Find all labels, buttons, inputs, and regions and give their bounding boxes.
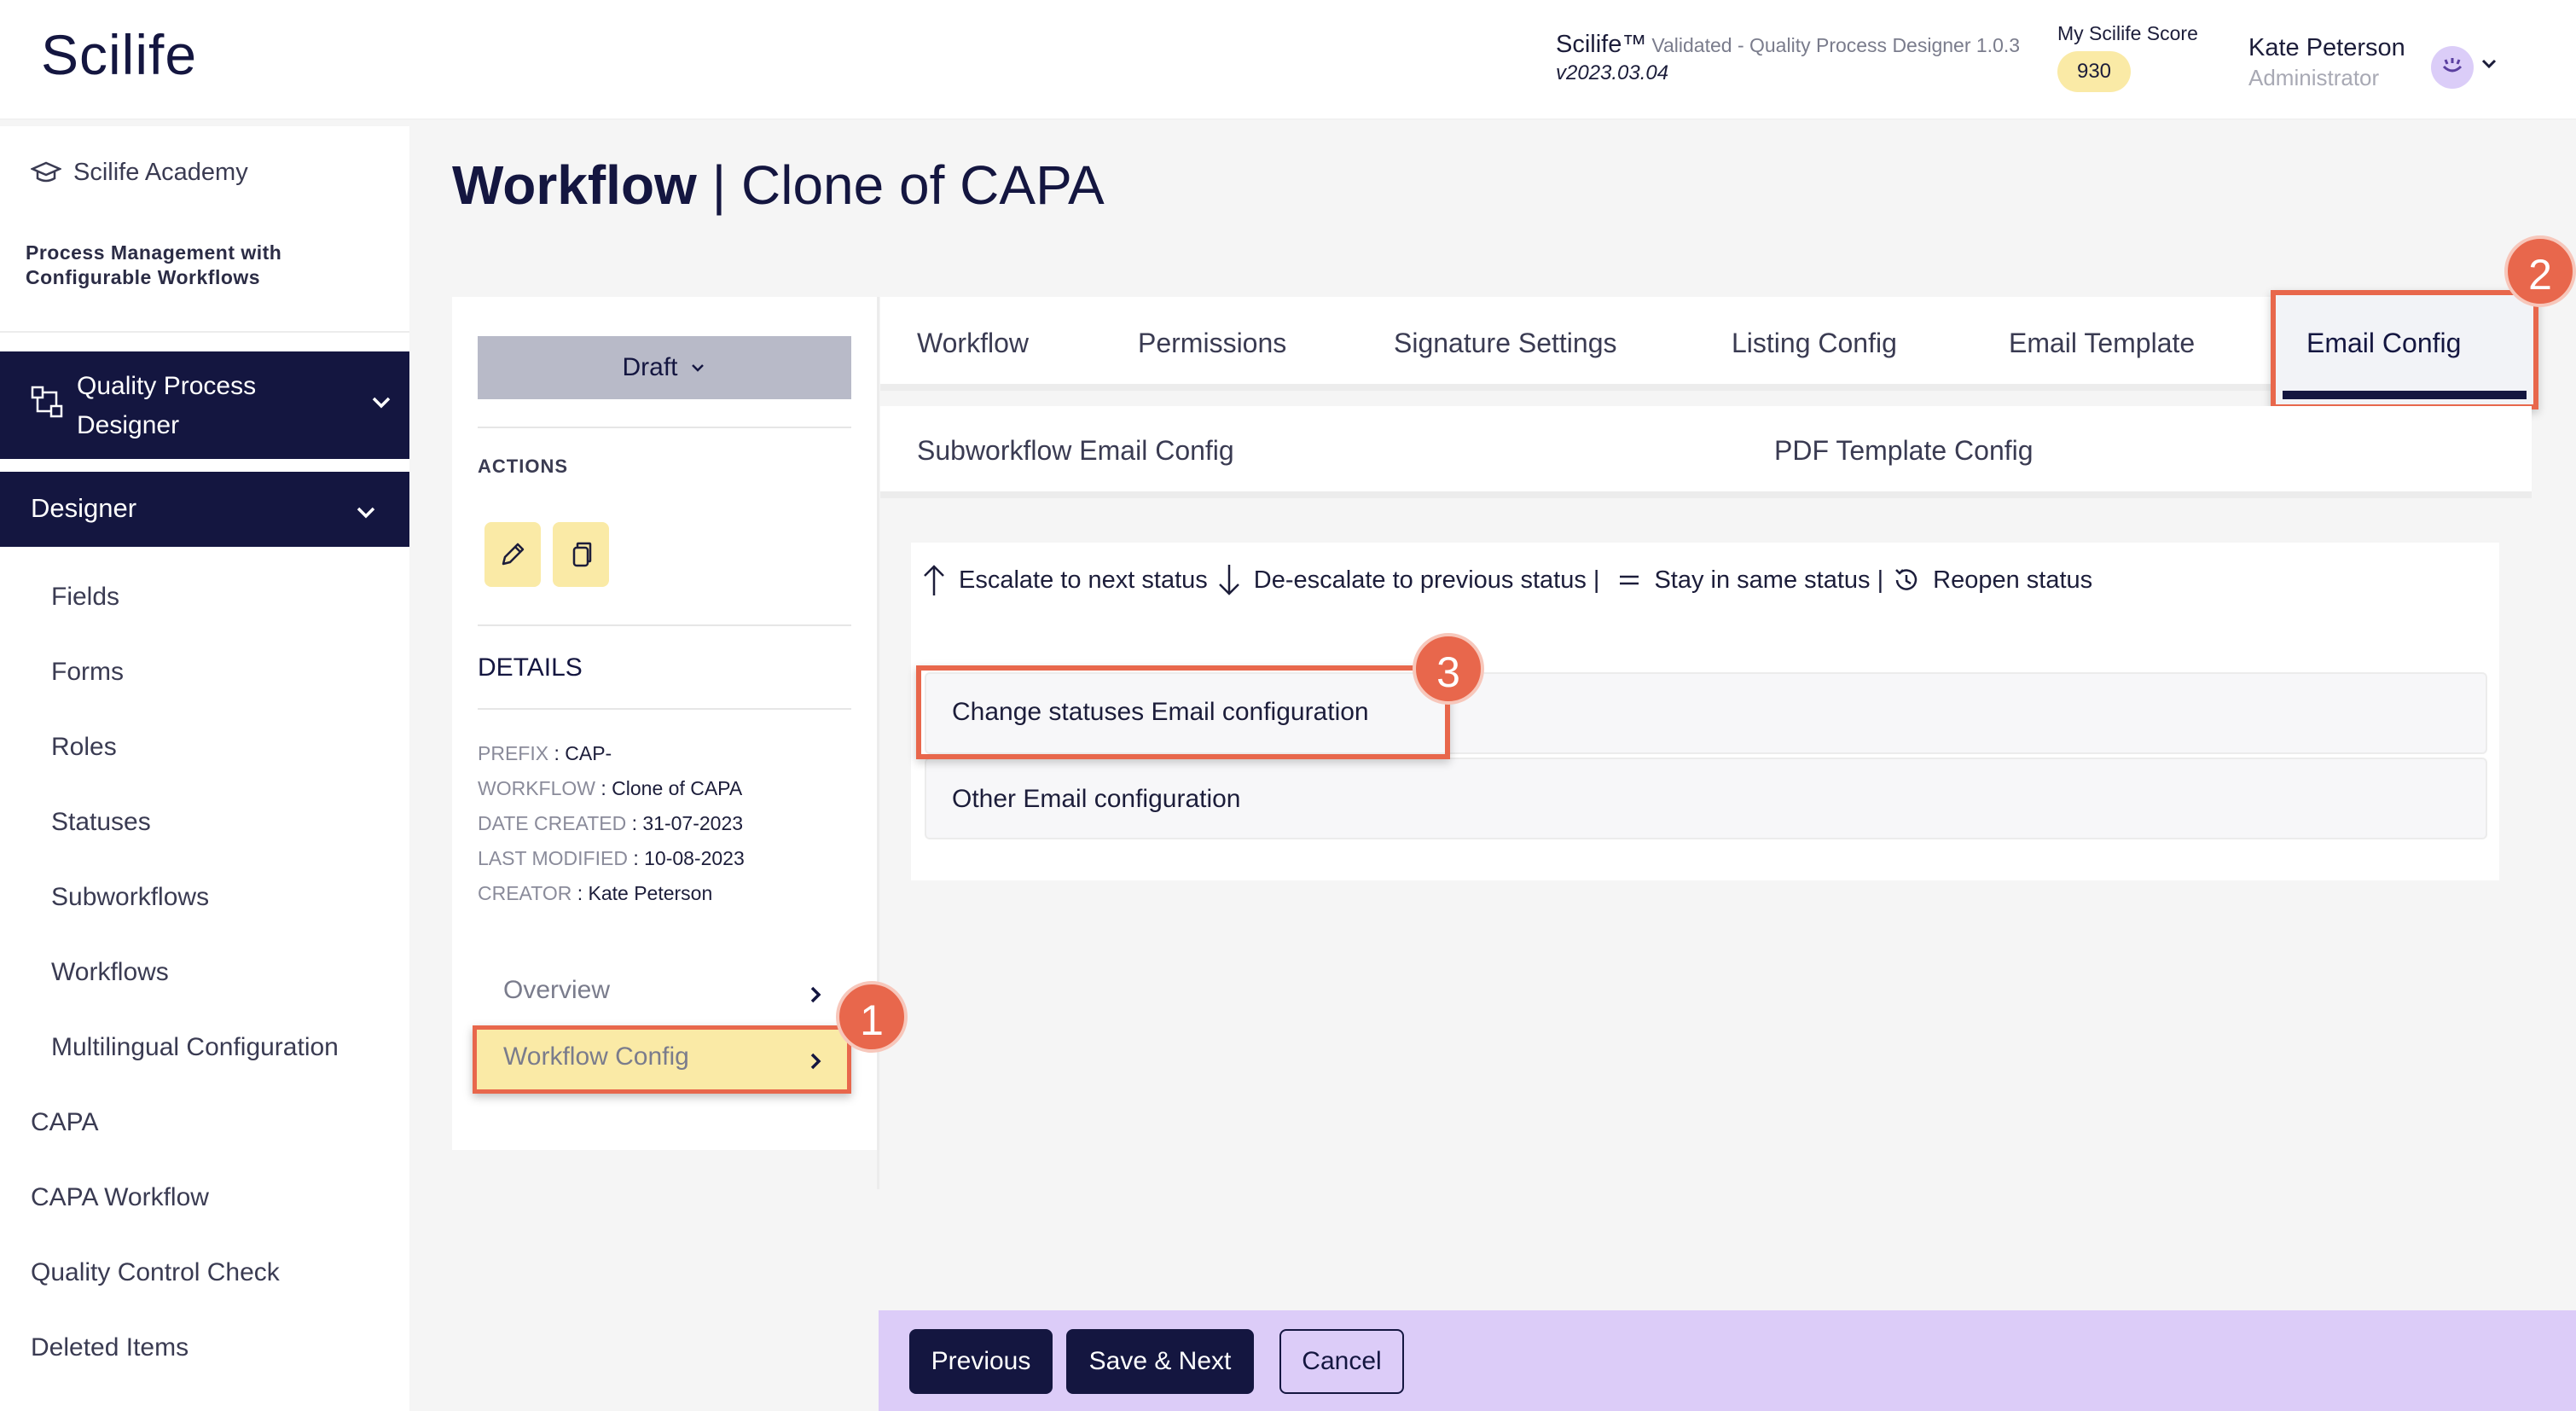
workflow-side-panel xyxy=(452,297,879,1150)
details-heading: DETAILS xyxy=(478,653,583,682)
sidebar-item-statuses[interactable]: Statuses xyxy=(51,808,151,837)
tab-signature-settings[interactable]: Signature Settings xyxy=(1394,328,1617,359)
sidebar-item-subworkflows[interactable]: Subworkflows xyxy=(51,883,209,912)
divider xyxy=(0,331,409,333)
tab-email-config[interactable]: Email Config xyxy=(2306,328,2461,359)
sidebar-item-deleted-items[interactable]: Deleted Items xyxy=(31,1333,189,1362)
step-badge-3: 3 xyxy=(1413,633,1484,705)
status-dropdown-label: Draft xyxy=(622,353,678,381)
divider xyxy=(478,708,851,710)
academy-link[interactable]: Scilife Academy xyxy=(31,159,248,187)
page-title: Workflow | Clone of CAPA xyxy=(452,154,1105,217)
user-name[interactable]: Kate Peterson xyxy=(2248,34,2405,62)
app-name-text: Scilife™ xyxy=(1556,31,1647,58)
chevron-down-icon[interactable] xyxy=(2479,53,2499,79)
change-statuses-email-config-label: Change statuses Email configuration xyxy=(952,698,1369,726)
detail-prefix: PREFIX : CAP- xyxy=(478,742,612,764)
actions-heading: ACTIONS xyxy=(478,456,568,477)
active-tab-indicator xyxy=(2283,391,2527,399)
sidebar-item-capa[interactable]: CAPA xyxy=(31,1108,98,1137)
user-role: Administrator xyxy=(2248,65,2380,90)
detail-date-created: DATE CREATED : 31-07-2023 xyxy=(478,812,744,834)
graduation-cap-icon xyxy=(31,161,61,182)
legend-stay: Stay in same status | xyxy=(1654,566,1884,594)
app-subtitle: Validated - Quality Process Designer 1.0… xyxy=(1651,34,2021,56)
chevron-right-icon[interactable] xyxy=(805,984,826,1009)
subtab-subworkflow-email-config[interactable]: Subworkflow Email Config xyxy=(917,435,1234,467)
pencil-icon xyxy=(502,543,525,566)
sidebar-item-label: Designer xyxy=(31,493,137,523)
score-badge[interactable]: 930 xyxy=(2057,51,2131,92)
chevron-down-icon xyxy=(691,364,704,372)
chevron-right-icon[interactable] xyxy=(805,1051,826,1076)
academy-label: Scilife Academy xyxy=(73,159,248,186)
save-next-button[interactable]: Save & Next xyxy=(1066,1329,1254,1394)
tab-permissions[interactable]: Permissions xyxy=(1138,328,1286,359)
status-dropdown[interactable]: Draft xyxy=(478,336,851,399)
step-badge-2: 2 xyxy=(2504,235,2576,307)
detail-creator: CREATOR : Kate Peterson xyxy=(478,882,713,904)
other-email-config-label: Other Email configuration xyxy=(952,785,1241,813)
top-header xyxy=(0,0,2576,119)
detail-workflow: WORKFLOW : Clone of CAPA xyxy=(478,777,743,799)
detail-last-modified: LAST MODIFIED : 10-08-2023 xyxy=(478,847,745,869)
workflow-module-icon xyxy=(31,386,63,422)
legend-reopen: Reopen status xyxy=(1933,566,2093,594)
clone-button[interactable] xyxy=(553,522,609,587)
tab-workflow[interactable]: Workflow xyxy=(917,328,1029,359)
divider xyxy=(478,624,851,626)
sidebar-item-multilingual-configuration[interactable]: Multilingual Configuration xyxy=(51,1033,339,1062)
history-icon xyxy=(1892,566,1921,595)
divider xyxy=(877,297,879,1189)
chevron-down-icon[interactable] xyxy=(353,499,379,529)
sidebar-item-quality-control-check[interactable]: Quality Control Check xyxy=(31,1258,280,1287)
sidebar-item-workflows[interactable]: Workflows xyxy=(51,958,169,987)
page-title-name: Clone of CAPA xyxy=(741,154,1105,216)
tab-listing-config[interactable]: Listing Config xyxy=(1732,328,1897,359)
avatar[interactable] xyxy=(2431,46,2474,89)
cancel-button[interactable]: Cancel xyxy=(1279,1329,1404,1394)
sidebar-item-roles[interactable]: Roles xyxy=(51,733,117,762)
legend-escalate: Escalate to next status xyxy=(959,566,1208,594)
legend-deescalate: De-escalate to previous status | xyxy=(1253,566,1600,594)
subtab-pdf-template-config[interactable]: PDF Template Config xyxy=(1774,435,2034,467)
step-badge-1: 1 xyxy=(836,981,908,1053)
app-version: v2023.03.04 xyxy=(1556,61,1669,84)
page-title-separator: | xyxy=(696,154,741,216)
process-title: Process Management with Configurable Wor… xyxy=(26,241,282,288)
tab-email-template[interactable]: Email Template xyxy=(2009,328,2195,359)
nav-overview[interactable]: Overview xyxy=(503,976,610,1005)
sidebar-item-forms[interactable]: Forms xyxy=(51,658,124,687)
avatar-face-icon xyxy=(2442,58,2463,73)
sidebar-item-fields[interactable]: Fields xyxy=(51,583,119,612)
nav-workflow-config-label: Workflow Config xyxy=(503,1042,689,1071)
previous-button[interactable]: Previous xyxy=(909,1329,1053,1394)
scilife-logo[interactable]: Scilife xyxy=(41,22,197,87)
score-label: My Scilife Score xyxy=(2057,22,2198,44)
app-name: Scilife™ Validated - Quality Process Desi… xyxy=(1556,31,2020,59)
sidebar xyxy=(0,126,409,1411)
divider xyxy=(478,427,851,428)
edit-button[interactable] xyxy=(484,522,541,587)
arrow-down-icon xyxy=(1216,563,1242,597)
page-title-bold: Workflow xyxy=(452,154,697,216)
chevron-down-icon[interactable] xyxy=(368,389,394,419)
sidebar-item-capa-workflow[interactable]: CAPA Workflow xyxy=(31,1183,209,1212)
equals-icon xyxy=(1616,567,1642,593)
copy-icon xyxy=(572,542,592,567)
status-legend: Escalate to next status De-escalate to p… xyxy=(921,563,2101,597)
sidebar-item-label: Quality Process Designer xyxy=(77,372,257,439)
arrow-up-icon xyxy=(921,563,947,597)
